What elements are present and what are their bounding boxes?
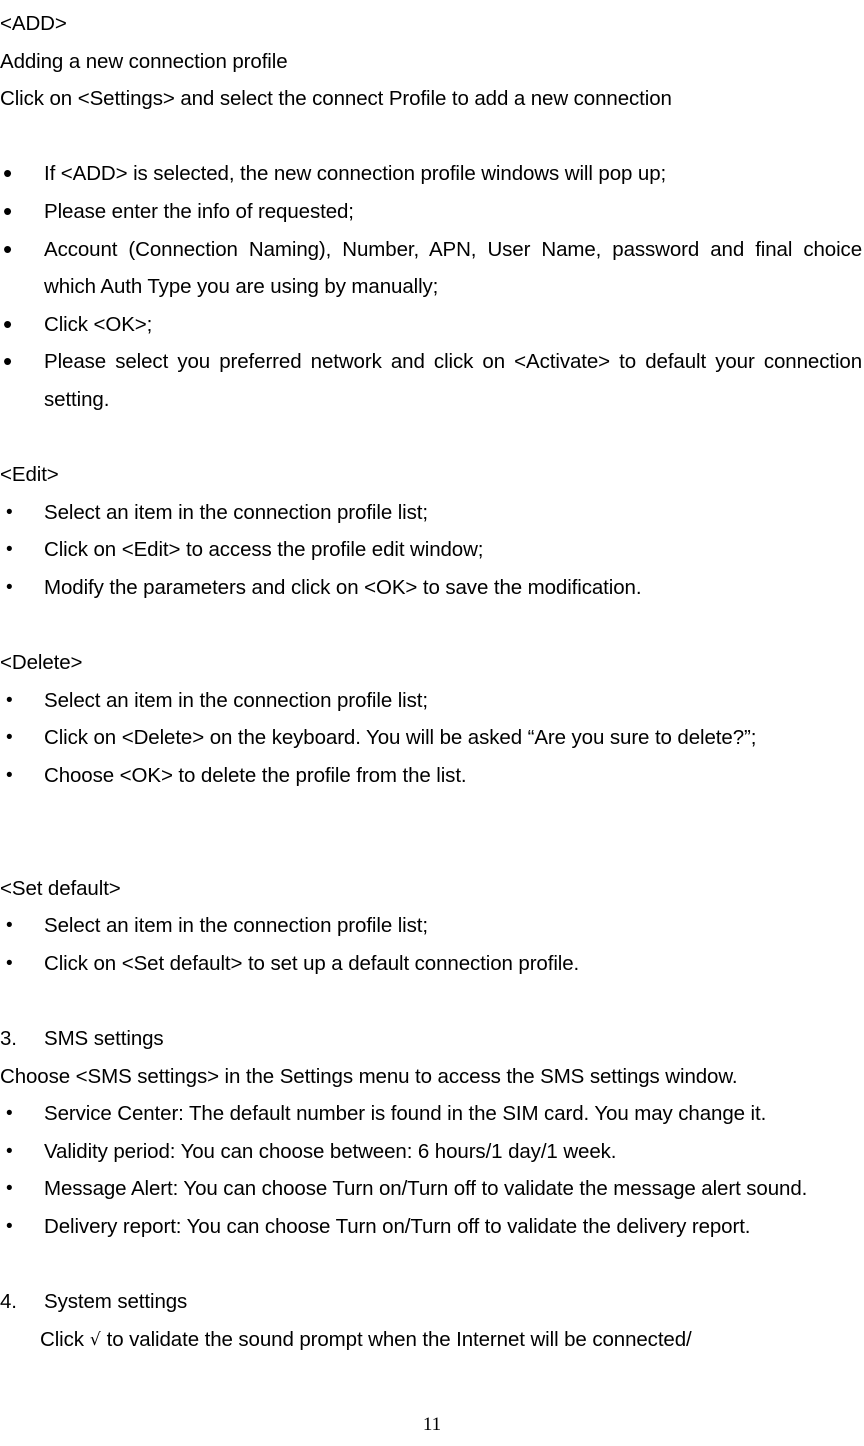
section-title: System settings xyxy=(44,1290,188,1314)
list-item: Select an item in the connection profile… xyxy=(0,494,862,532)
section-heading-sms-settings: 3. SMS settings xyxy=(0,1020,862,1058)
delete-bullet-list: Select an item in the connection profile… xyxy=(0,682,862,795)
section-heading-delete: <Delete> xyxy=(0,651,83,675)
list-item: Click <OK>; xyxy=(0,306,862,344)
section-number: 3. xyxy=(0,1027,17,1051)
list-item: Validity period: You can choose between:… xyxy=(0,1133,862,1171)
section-heading-system-settings: 4. System settings xyxy=(0,1283,862,1321)
list-item: Select an item in the connection profile… xyxy=(0,907,862,945)
sms-intro-line: Choose <SMS settings> in the Settings me… xyxy=(0,1064,738,1088)
add-intro-line-2: Click on <Settings> and select the conne… xyxy=(0,87,672,111)
list-item: Click on <Delete> on the keyboard. You w… xyxy=(0,719,862,757)
list-item: Select an item in the connection profile… xyxy=(0,682,862,720)
document-page: <ADD> Adding a new connection profile Cl… xyxy=(0,0,864,1446)
section-heading-edit: <Edit> xyxy=(0,463,59,487)
list-item: Please select you preferred network and … xyxy=(0,343,862,418)
list-item: Service Center: The default number is fo… xyxy=(0,1095,862,1133)
page-number: 11 xyxy=(422,1414,442,1435)
list-item: Account (Connection Naming), Number, APN… xyxy=(0,231,862,306)
add-bullet-list: If <ADD> is selected, the new connection… xyxy=(0,155,862,418)
list-item: If <ADD> is selected, the new connection… xyxy=(0,155,862,193)
list-item: Click on <Set default> to set up a defau… xyxy=(0,945,862,983)
list-item: Message Alert: You can choose Turn on/Tu… xyxy=(0,1170,862,1208)
section-number: 4. xyxy=(0,1290,17,1314)
system-settings-body: Click √ to validate the sound prompt when … xyxy=(0,1321,862,1361)
section-heading-set-default: <Set default> xyxy=(0,876,121,900)
system-settings-body-prefix: Click xyxy=(40,1327,84,1351)
set-default-bullet-list: Select an item in the connection profile… xyxy=(0,907,862,982)
sms-bullet-list: Service Center: The default number is fo… xyxy=(0,1095,862,1245)
list-item: Modify the parameters and click on <OK> … xyxy=(0,569,862,607)
list-item: Please enter the info of requested; xyxy=(0,193,862,231)
edit-bullet-list: Select an item in the connection profile… xyxy=(0,494,862,607)
list-item: Delivery report: You can choose Turn on/… xyxy=(0,1208,862,1246)
list-item: Choose <OK> to delete the profile from t… xyxy=(0,757,862,795)
section-title: SMS settings xyxy=(44,1027,164,1051)
list-item: Click on <Edit> to access the profile ed… xyxy=(0,531,862,569)
section-heading-add: <ADD> xyxy=(0,12,67,35)
document-body: <ADD> Adding a new connection profile Cl… xyxy=(0,0,862,1360)
system-settings-body-suffix: to validate the sound prompt when the In… xyxy=(106,1327,692,1351)
checkmark-icon: √ xyxy=(89,1329,101,1350)
add-intro-line-1: Adding a new connection profile xyxy=(0,49,288,73)
